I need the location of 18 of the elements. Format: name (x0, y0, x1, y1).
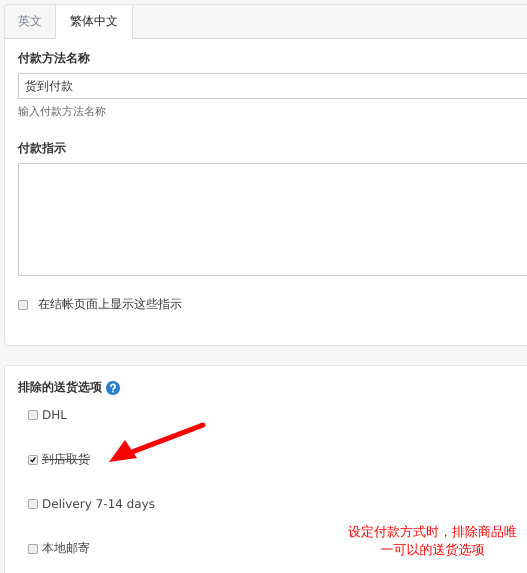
field-label: 付款指示 (18, 140, 67, 157)
option-label: 到店取货 (42, 451, 90, 468)
checkbox[interactable] (18, 300, 28, 310)
checkbox-label: 在结帐页面上显示这些指示 (38, 296, 182, 313)
option-label: Delivery 7-14 days (42, 497, 155, 511)
checkbox[interactable] (28, 454, 38, 464)
language-tab[interactable]: 繁体中文 (56, 5, 133, 39)
help-icon[interactable] (106, 380, 120, 394)
checkbox[interactable] (28, 544, 38, 554)
field-label: 付款方法名称 (18, 50, 91, 67)
option-label: DHL (42, 408, 67, 422)
checkbox[interactable] (28, 410, 38, 420)
option-label: 本地邮寄 (42, 540, 90, 557)
checkbox[interactable] (28, 499, 38, 509)
input-field[interactable]: 货到付款 (18, 73, 527, 99)
annotation-text: 设定付款方式时，排除商品唯一可以的送货选项 (347, 524, 518, 560)
section-label: 排除的送货选项 (18, 379, 102, 396)
help-text: 输入付款方法名称 (18, 104, 107, 119)
